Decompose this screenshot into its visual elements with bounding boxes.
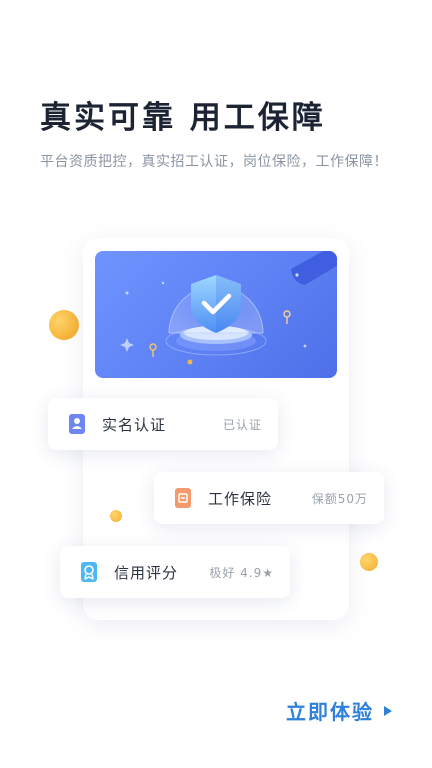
credit-badge-icon [81, 562, 97, 582]
shield-illustration [120, 251, 337, 365]
feature-label: 信用评分 [114, 563, 179, 582]
page-title: 真实可靠 用工保障 [40, 100, 326, 136]
feature-value: 已认证 [222, 417, 262, 432]
page-subtitle: 平台资质把控，真实招工认证，岗位保险，工作保障！ [40, 154, 388, 170]
insurance-doc-icon [175, 488, 191, 508]
feature-real-name[interactable]: 实名认证 已认证 [48, 398, 278, 450]
id-card-icon [69, 414, 85, 434]
feature-value: 极好 4.9★ [209, 565, 274, 580]
try-now-button[interactable]: 立即体验 [286, 696, 392, 725]
feature-credit-score[interactable]: 信用评分 极好 4.9★ [60, 546, 290, 598]
decor-ball-large [49, 310, 79, 340]
feature-label: 实名认证 [102, 415, 167, 434]
security-banner [95, 251, 337, 378]
feature-label: 工作保险 [208, 489, 273, 508]
feature-work-insurance[interactable]: 工作保险 保额50万 [154, 472, 384, 524]
feature-value: 保额50万 [311, 491, 368, 506]
try-now-label: 立即体验 [286, 700, 374, 724]
decor-ball-small [110, 510, 122, 522]
play-arrow-icon [384, 705, 392, 716]
decor-ball-medium [360, 553, 378, 571]
